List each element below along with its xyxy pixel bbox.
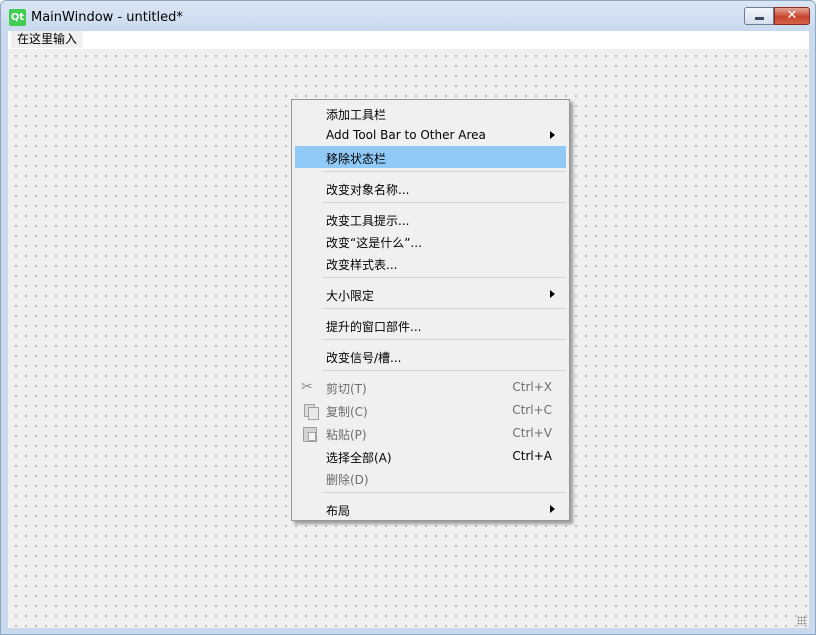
menu-item-label: 改变样式表... (326, 258, 398, 272)
menu-separator (323, 277, 566, 278)
context-menu: 添加工具栏 Add Tool Bar to Other Area 移除状态栏 改… (291, 99, 570, 521)
menu-item-label: 复制(C) (326, 405, 368, 419)
menu-item-layout[interactable]: 布局 (295, 498, 566, 520)
menu-item-label: 选择全部(A) (326, 451, 392, 465)
menu-separator (323, 370, 566, 371)
submenu-arrow-icon (550, 290, 555, 298)
menu-separator (323, 339, 566, 340)
submenu-arrow-icon (550, 131, 555, 139)
menu-item-shortcut: Ctrl+X (512, 380, 552, 394)
menubar-type-here-item[interactable]: 在这里输入 (11, 31, 84, 48)
menu-item-label: 改变对象名称... (326, 183, 410, 197)
close-button[interactable]: ✕ (774, 7, 810, 25)
menu-item-change-signals-slots[interactable]: 改变信号/槽... (295, 345, 566, 367)
menu-bar: 在这里输入 (8, 31, 809, 49)
menu-item-change-whats-this[interactable]: 改变“这是什么”... (295, 230, 566, 252)
paste-icon (299, 425, 317, 442)
menu-item-label: Add Tool Bar to Other Area (326, 128, 486, 142)
menu-item-label: 添加工具栏 (326, 108, 387, 122)
minimize-icon (755, 17, 764, 20)
window-title: MainWindow - untitled* (31, 10, 183, 25)
close-icon: ✕ (786, 8, 798, 23)
title-bar[interactable]: Qt MainWindow - untitled* ✕ (1, 1, 815, 29)
menu-separator (323, 202, 566, 203)
menu-item-label: 布局 (326, 504, 351, 518)
submenu-arrow-icon (550, 505, 555, 513)
scissors-icon: ✂ (301, 379, 313, 395)
menu-item-change-tooltip[interactable]: 改变工具提示... (295, 208, 566, 230)
menu-item-label: 改变信号/槽... (326, 351, 402, 365)
menu-separator (323, 308, 566, 309)
menu-item-cut[interactable]: ✂ 剪切(T) Ctrl+X (295, 376, 566, 398)
menu-item-shortcut: Ctrl+C (512, 403, 552, 417)
menu-item-label: 剪切(T) (326, 382, 367, 396)
menu-item-label: 移除状态栏 (326, 152, 387, 166)
menu-item-delete[interactable]: 删除(D) (295, 467, 566, 489)
menu-item-size-constraints[interactable]: 大小限定 (295, 283, 566, 305)
minimize-button[interactable] (744, 7, 774, 25)
menu-item-copy[interactable]: 复制(C) Ctrl+C (295, 399, 566, 421)
menu-item-shortcut: Ctrl+A (512, 449, 552, 463)
menu-item-promoted-widgets[interactable]: 提升的窗口部件... (295, 314, 566, 336)
menu-item-paste[interactable]: 粘贴(P) Ctrl+V (295, 422, 566, 444)
menu-item-label: 删除(D) (326, 473, 369, 487)
menu-item-add-toolbar[interactable]: 添加工具栏 (295, 102, 566, 124)
menu-item-add-toolbar-other-area[interactable]: Add Tool Bar to Other Area (295, 124, 566, 146)
menu-separator (323, 492, 566, 493)
copy-icon (299, 402, 319, 420)
qt-logo-icon: Qt (9, 9, 26, 26)
resize-grip-icon[interactable] (797, 616, 807, 626)
menu-item-label: 大小限定 (326, 289, 375, 303)
menu-item-remove-statusbar[interactable]: 移除状态栏 (295, 146, 566, 168)
menu-item-change-object-name[interactable]: 改变对象名称... (295, 177, 566, 199)
menu-item-change-stylesheet[interactable]: 改变样式表... (295, 252, 566, 274)
menu-item-select-all[interactable]: 选择全部(A) Ctrl+A (295, 445, 566, 467)
menu-item-label: 提升的窗口部件... (326, 320, 422, 334)
menu-item-label: 粘贴(P) (326, 428, 367, 442)
menu-item-label: 改变“这是什么”... (326, 236, 422, 250)
menu-item-label: 改变工具提示... (326, 214, 410, 228)
menu-separator (323, 171, 566, 172)
menu-item-shortcut: Ctrl+V (512, 426, 552, 440)
